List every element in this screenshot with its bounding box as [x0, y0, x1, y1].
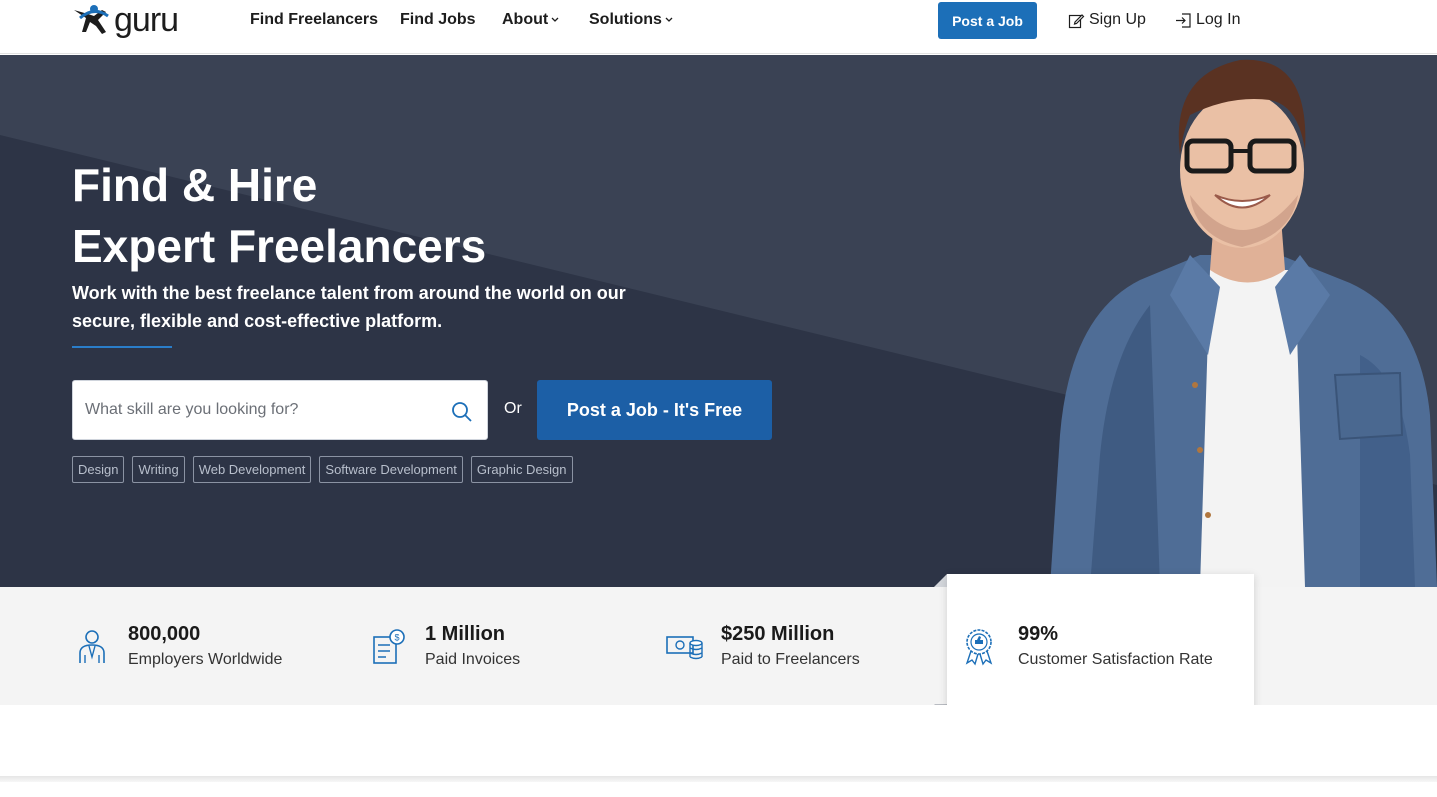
- nav-find-freelancers[interactable]: Find Freelancers: [250, 11, 378, 29]
- tag-writing[interactable]: Writing: [132, 456, 185, 483]
- log-in-icon: [1176, 12, 1191, 28]
- hero-title: Find & Hire Expert Freelancers: [72, 155, 486, 277]
- stat-label: Paid Invoices: [425, 651, 521, 668]
- post-job-button[interactable]: Post a Job: [938, 2, 1037, 39]
- section-divider: [0, 776, 1437, 782]
- tag-web-development[interactable]: Web Development: [192, 456, 312, 483]
- content-below-fold: [0, 705, 1437, 780]
- logo-wordmark: guru: [114, 1, 179, 39]
- site-header: guru Find Freelancers Find Jobs About So…: [0, 0, 1437, 54]
- svg-text:$: $: [394, 633, 399, 643]
- edit-icon: [1068, 13, 1085, 28]
- tag-software-development[interactable]: Software Development: [319, 456, 463, 483]
- hero-section: Find & Hire Expert Freelancers Work with…: [0, 55, 1437, 587]
- log-in-label: Log In: [1196, 11, 1241, 28]
- stat-label: Customer Satisfaction Rate: [1018, 651, 1213, 668]
- sign-up-label: Sign Up: [1089, 11, 1146, 28]
- popular-skill-tags: Design Writing Web Development Software …: [72, 456, 573, 483]
- log-in-link[interactable]: Log In: [1175, 11, 1240, 29]
- employer-icon: [79, 630, 105, 663]
- nav-label: Find Jobs: [400, 11, 476, 28]
- hero-person-image: [1050, 59, 1437, 587]
- stat-label: Employers Worldwide: [128, 651, 283, 668]
- nav-label: Solutions: [589, 11, 662, 28]
- nav-solutions[interactable]: Solutions: [589, 11, 673, 29]
- money-icon: [666, 636, 703, 660]
- chevron-down-icon: [665, 17, 673, 22]
- nav-about[interactable]: About: [502, 11, 559, 29]
- nav-label: About: [502, 11, 549, 28]
- invoice-icon: $: [373, 629, 405, 664]
- skill-search-box: [72, 380, 488, 440]
- tag-graphic-design[interactable]: Graphic Design: [470, 456, 573, 483]
- nav-find-jobs[interactable]: Find Jobs: [400, 11, 476, 29]
- guru-logo[interactable]: guru: [72, 1, 179, 39]
- post-job-free-button[interactable]: Post a Job - It's Free: [537, 380, 772, 440]
- award-badge-icon: [965, 629, 993, 666]
- stat-label: Paid to Freelancers: [721, 651, 860, 668]
- hero-divider: [72, 346, 172, 348]
- stat-value: 99%: [1018, 623, 1059, 645]
- search-icon[interactable]: [451, 401, 473, 423]
- stat-value: 1 Million: [425, 623, 505, 645]
- card-fold-top: [934, 574, 947, 587]
- tag-design[interactable]: Design: [72, 456, 125, 483]
- guru-logo-icon: [74, 5, 109, 34]
- hero-title-line1: Find & Hire: [72, 159, 318, 211]
- chevron-down-icon: [551, 17, 559, 22]
- hero-title-line2: Expert Freelancers: [72, 220, 487, 272]
- skill-search-input[interactable]: [73, 381, 443, 439]
- stat-satisfaction-card: 99% Customer Satisfaction Rate: [947, 574, 1254, 716]
- hero-subtitle: Work with the best freelance talent from…: [72, 283, 626, 331]
- stat-value: $250 Million: [721, 623, 835, 645]
- stat-value: 800,000: [128, 623, 201, 645]
- nav-label: Find Freelancers: [250, 11, 379, 28]
- sign-up-link[interactable]: Sign Up: [1068, 11, 1146, 29]
- or-label: Or: [504, 400, 522, 417]
